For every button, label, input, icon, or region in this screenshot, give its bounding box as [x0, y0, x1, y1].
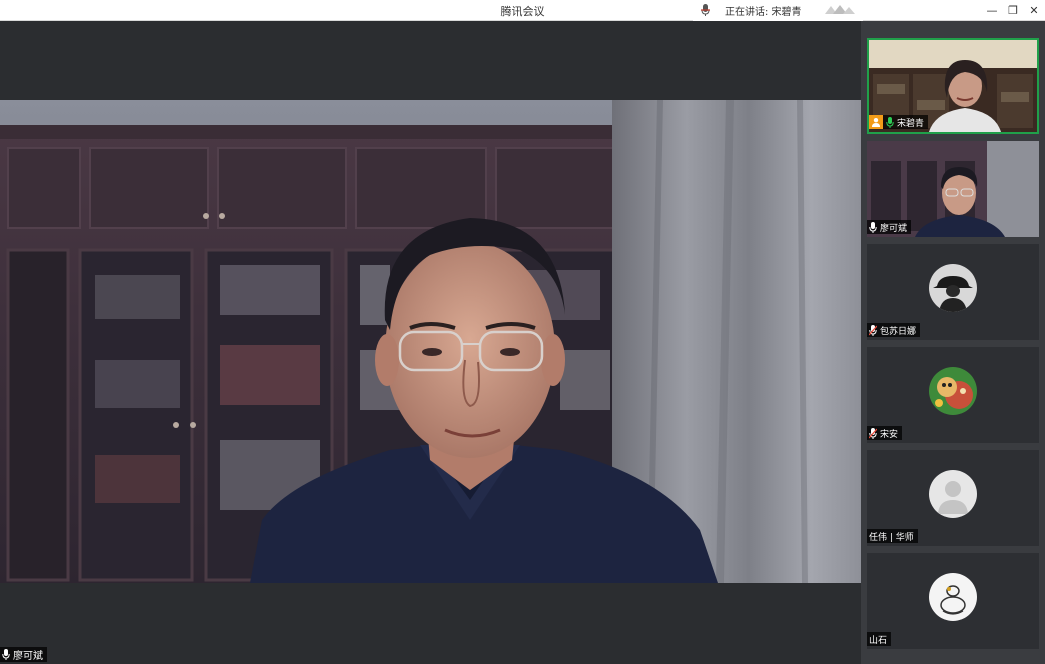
participant-name: 包苏日娜	[880, 326, 917, 337]
speaking-text: 正在讲话: 宋碧青	[725, 7, 802, 18]
participant-name: 宋安	[880, 429, 899, 440]
participant-tile[interactable]: 山石	[867, 553, 1039, 649]
minimize-button[interactable]: —	[981, 0, 1003, 21]
participant-name: 任伟 | 华师	[869, 532, 914, 543]
participant-name-tag: 任伟 | 华师	[867, 529, 918, 543]
participant-name-tag: 廖可斌	[867, 220, 912, 234]
title-bar[interactable]: 腾讯会议 正在讲话: 宋碧青 — ❐ ✕	[0, 0, 1045, 21]
participant-name: 廖可斌	[880, 223, 908, 234]
participant-sidebar[interactable]: 宋碧青 廖可斌 包苏日娜 宋安 任伟 | 华师 山石	[861, 21, 1045, 664]
speaking-mic-icon	[886, 116, 894, 128]
participant-avatar	[929, 367, 977, 415]
meeting-window: 腾讯会议 正在讲话: 宋碧青 — ❐ ✕ 廖可斌 宋碧青 廖可斌 包苏日娜 宋安…	[0, 0, 1045, 664]
tencent-meeting-logo-icon	[825, 5, 855, 14]
participant-tile[interactable]: 包苏日娜	[867, 244, 1039, 340]
participant-tile[interactable]: 廖可斌	[867, 141, 1039, 237]
main-video-feed[interactable]	[0, 100, 861, 583]
default-user-icon	[929, 470, 977, 518]
participant-name-tag: 宋安	[867, 426, 903, 440]
main-video-name-tag: 廖可斌	[0, 647, 47, 662]
participant-name: 山石	[869, 635, 888, 646]
main-video-image	[0, 100, 861, 583]
participant-avatar	[929, 573, 977, 621]
host-badge-icon	[869, 115, 883, 129]
participant-tile[interactable]: 宋碧青	[867, 38, 1039, 134]
participant-name-tag: 宋碧青	[869, 115, 929, 129]
muted-mic-icon	[869, 427, 877, 439]
muted-mic-icon	[869, 324, 877, 336]
participant-tile[interactable]: 任伟 | 华师	[867, 450, 1039, 546]
participant-name-tag: 包苏日娜	[867, 323, 921, 337]
window-title: 腾讯会议	[500, 5, 545, 18]
participant-name-tag: 山石	[867, 632, 892, 646]
main-video-area[interactable]: 廖可斌	[0, 21, 861, 664]
restore-button[interactable]: ❐	[1002, 0, 1024, 21]
close-button[interactable]: ✕	[1023, 0, 1045, 21]
main-video-participant-name: 廖可斌	[13, 651, 43, 662]
mic-icon	[869, 221, 877, 233]
participant-avatar	[929, 470, 977, 518]
participant-avatar	[929, 264, 977, 312]
speaking-mic-icon	[701, 4, 710, 16]
speaking-indicator: 正在讲话: 宋碧青	[693, 0, 863, 21]
participant-tile[interactable]: 宋安	[867, 347, 1039, 443]
mic-icon	[2, 649, 10, 660]
participant-name: 宋碧青	[897, 118, 925, 129]
